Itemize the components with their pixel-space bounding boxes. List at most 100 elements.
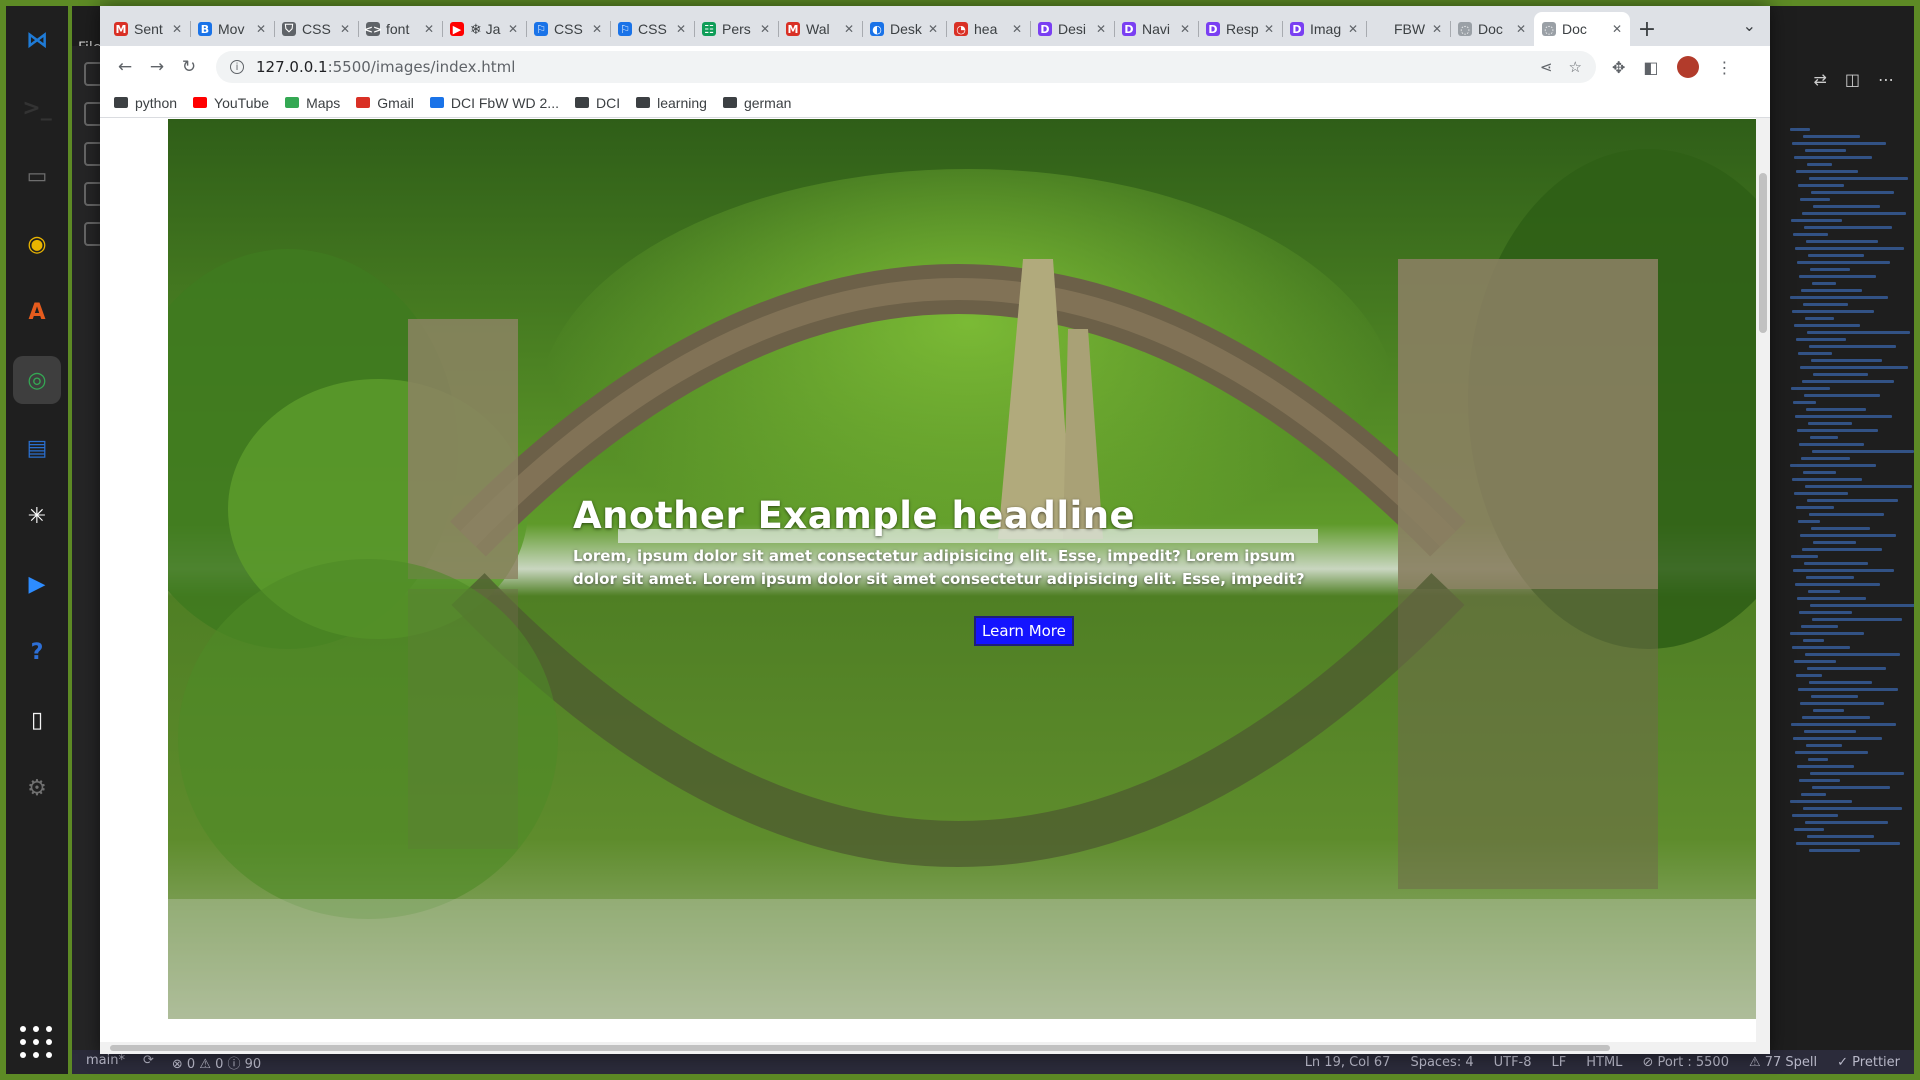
browser-tab[interactable]: ◌ Doc ✕ xyxy=(1534,12,1630,46)
more-actions-icon[interactable]: ⋯ xyxy=(1878,70,1894,89)
tab-title: CSS xyxy=(302,21,331,37)
bookmark-icon xyxy=(574,97,589,108)
minimap[interactable] xyxy=(1784,124,1914,854)
bookmark-label: Maps xyxy=(306,94,341,111)
show-applications-icon[interactable] xyxy=(20,1026,54,1060)
vscode-icon[interactable]: ⋈ xyxy=(13,16,61,64)
browser-tab[interactable]: ☷ Pers ✕ xyxy=(694,12,778,46)
bookmark-item[interactable]: YouTube xyxy=(193,95,269,111)
indentation-status[interactable]: Spaces: 4 xyxy=(1410,1055,1473,1070)
tab-favicon-icon: ◌ xyxy=(1458,22,1472,36)
tab-close-icon[interactable]: ✕ xyxy=(424,22,434,36)
tab-close-icon[interactable]: ✕ xyxy=(1432,22,1442,36)
tab-close-icon[interactable]: ✕ xyxy=(256,22,266,36)
browser-tab[interactable]: D Resp ✕ xyxy=(1198,12,1282,46)
browser-tab[interactable]: B Mov ✕ xyxy=(190,12,274,46)
tab-close-icon[interactable]: ✕ xyxy=(592,22,602,36)
rhythmbox-icon[interactable]: ◉ xyxy=(13,220,61,268)
terminal-icon[interactable]: >_ xyxy=(13,84,61,132)
browser-tab[interactable]: ◔ hea ✕ xyxy=(946,12,1030,46)
writer-icon[interactable]: ▤ xyxy=(13,424,61,472)
horizontal-scrollbar-thumb[interactable] xyxy=(110,1045,1610,1051)
tab-close-icon[interactable]: ✕ xyxy=(1264,22,1274,36)
browser-tab[interactable]: ◐ Desk ✕ xyxy=(862,12,946,46)
browser-tab[interactable]: ⚐ CSS ✕ xyxy=(610,12,694,46)
tab-close-icon[interactable]: ✕ xyxy=(928,22,938,36)
tab-title: Sent xyxy=(134,21,163,37)
browser-tab[interactable]: D Navi ✕ xyxy=(1114,12,1198,46)
eol-status[interactable]: LF xyxy=(1552,1055,1567,1070)
back-icon[interactable]: ← xyxy=(110,52,140,82)
tab-close-icon[interactable]: ✕ xyxy=(1180,22,1190,36)
browser-tab[interactable]: M Sent ✕ xyxy=(106,12,190,46)
tab-close-icon[interactable]: ✕ xyxy=(1612,22,1622,36)
horizontal-scrollbar[interactable] xyxy=(100,1042,1756,1054)
language-status[interactable]: HTML xyxy=(1586,1055,1622,1070)
address-bar[interactable]: i 127.0.0.1 :5500/images/index.html ⋖ ☆ xyxy=(216,51,1596,83)
browser-tab[interactable]: <> font ✕ xyxy=(358,12,442,46)
chrome-icon[interactable]: ◎ xyxy=(13,356,61,404)
forward-icon[interactable]: → xyxy=(142,52,172,82)
encoding-status[interactable]: UTF-8 xyxy=(1494,1055,1532,1070)
bookmark-item[interactable]: learning xyxy=(636,95,707,111)
bookmark-item[interactable]: python xyxy=(114,95,177,111)
browser-tab[interactable]: D Imag ✕ xyxy=(1282,12,1366,46)
bookmark-star-icon[interactable]: ☆ xyxy=(1569,58,1582,76)
split-editor-icon[interactable]: ◫ xyxy=(1845,70,1860,89)
chrome-menu-icon[interactable]: ⋮ xyxy=(1717,58,1733,77)
bookmark-item[interactable]: Maps xyxy=(285,95,340,111)
tab-close-icon[interactable]: ✕ xyxy=(1348,22,1358,36)
browser-tab[interactable]: FBW ✕ xyxy=(1366,12,1450,46)
problems-status[interactable]: ⊗ 0 ⚠ 0 ⓘ 90 xyxy=(172,1053,261,1072)
settings-icon[interactable]: ⚙ xyxy=(13,764,61,812)
tab-close-icon[interactable]: ✕ xyxy=(172,22,182,36)
tab-close-icon[interactable]: ✕ xyxy=(844,22,854,36)
tab-close-icon[interactable]: ✕ xyxy=(340,22,350,36)
spell-status[interactable]: ⚠ 77 Spell xyxy=(1749,1055,1817,1070)
tab-close-icon[interactable]: ✕ xyxy=(1516,22,1526,36)
browser-tab[interactable]: M Wal ✕ xyxy=(778,12,862,46)
browser-tab[interactable]: ▶ ❄ Ja ✕ xyxy=(442,12,526,46)
browser-tab[interactable]: ◌ Doc ✕ xyxy=(1450,12,1534,46)
slack-icon[interactable]: ✳ xyxy=(13,492,61,540)
site-info-icon[interactable]: i xyxy=(230,60,244,74)
live-server-status[interactable]: ⊘ Port : 5500 xyxy=(1642,1055,1729,1070)
tab-close-icon[interactable]: ✕ xyxy=(760,22,770,36)
bookmark-label: DCI FbW WD 2... xyxy=(450,94,559,111)
tab-close-icon[interactable]: ✕ xyxy=(1096,22,1106,36)
tab-favicon-icon: M xyxy=(114,22,128,36)
software-icon[interactable]: A xyxy=(13,288,61,336)
tab-close-icon[interactable]: ✕ xyxy=(1012,22,1022,36)
tab-favicon-icon xyxy=(1374,22,1388,36)
browser-tab[interactable]: ⛉ CSS ✕ xyxy=(274,12,358,46)
new-tab-button[interactable]: + xyxy=(1630,12,1664,46)
files-icon[interactable]: ▭ xyxy=(13,152,61,200)
bookmark-item[interactable]: Gmail xyxy=(356,95,414,111)
tab-search-icon[interactable]: ⌄ xyxy=(1743,16,1756,35)
tab-close-icon[interactable]: ✕ xyxy=(508,22,518,36)
tab-close-icon[interactable]: ✕ xyxy=(676,22,686,36)
tab-title: font xyxy=(386,21,410,37)
browser-tab[interactable]: D Desi ✕ xyxy=(1030,12,1114,46)
page-scrollbar[interactable] xyxy=(1756,118,1770,1054)
bookmark-label: german xyxy=(743,94,792,111)
bookmark-item[interactable]: DCI FbW WD 2... xyxy=(429,94,559,111)
learn-more-button[interactable]: Learn More xyxy=(974,616,1074,646)
share-icon[interactable]: ⋖ xyxy=(1540,58,1553,76)
side-panel-icon[interactable]: ◧ xyxy=(1643,58,1658,77)
scrollbar-thumb[interactable] xyxy=(1759,173,1767,333)
prettier-status[interactable]: ✓ Prettier xyxy=(1837,1055,1900,1070)
branch-status[interactable]: main* xyxy=(86,1053,125,1072)
text-editor-icon[interactable]: ▯ xyxy=(13,696,61,744)
cursor-position[interactable]: Ln 19, Col 67 xyxy=(1305,1055,1391,1070)
bookmark-item[interactable]: DCI xyxy=(574,95,620,111)
extensions-puzzle-icon[interactable]: ✥ xyxy=(1612,58,1625,77)
reload-icon[interactable]: ↻ xyxy=(174,52,204,82)
zoom-icon[interactable]: ▶ xyxy=(13,560,61,608)
help-icon[interactable]: ? xyxy=(13,628,61,676)
compare-icon[interactable]: ⇄ xyxy=(1813,70,1826,89)
sync-icon[interactable]: ⟳ xyxy=(143,1053,154,1072)
profile-avatar[interactable] xyxy=(1676,56,1699,78)
bookmark-item[interactable]: german xyxy=(722,94,792,111)
browser-tab[interactable]: ⚐ CSS ✕ xyxy=(526,12,610,46)
